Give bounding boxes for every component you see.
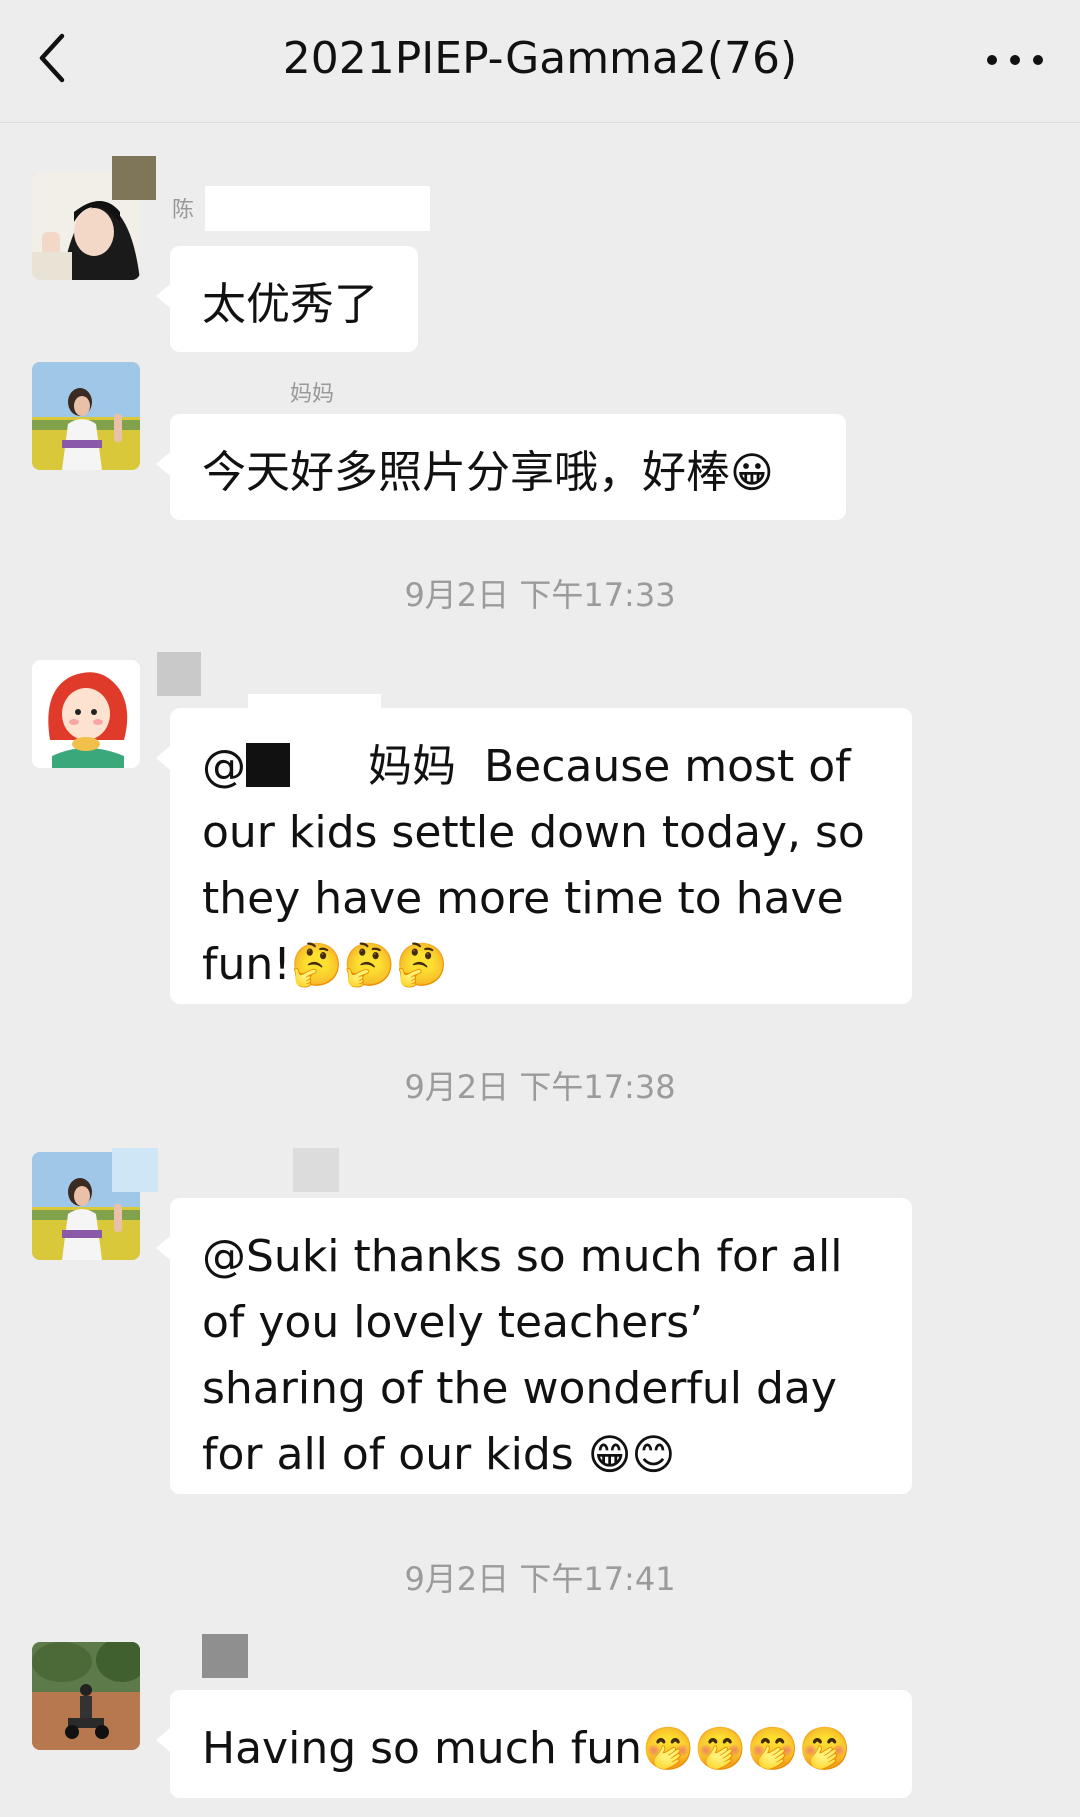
chevron-left-icon (39, 33, 65, 83)
timestamp: 9月2日 下午17:41 (404, 1560, 676, 1598)
mention-name: 妈妈 (368, 741, 456, 792)
redacted-block (202, 1634, 248, 1678)
avatar[interactable] (32, 660, 140, 768)
message-text: @Suki thanks so much for all of you love… (202, 1231, 843, 1480)
smile-emoji-icon: 😁😊 (587, 1430, 676, 1479)
thinking-emoji-icon: 🤔🤔🤔 (290, 940, 448, 989)
mention-at: @ (202, 741, 246, 792)
message-bubble[interactable]: 太优秀了 (156, 246, 418, 352)
more-button[interactable] (980, 28, 1050, 88)
sender-name: 妈妈 (290, 382, 335, 407)
avatar[interactable] (32, 1642, 140, 1750)
message-text: Having so much fun (202, 1723, 643, 1774)
chat-title: 2021PIEP-Gamma2(76) (282, 33, 798, 84)
message-bubble[interactable]: Having so much fun🤭🤭🤭🤭 (156, 1690, 912, 1798)
redacted-block (246, 743, 290, 787)
avatar-cartoon-icon (32, 660, 140, 768)
chat-messages[interactable]: 陈 太优秀了 妈妈 今天好多照片分享哦，好棒😀 9月2日 下午17:33 @ 妈… (0, 122, 1080, 1817)
message-text: 太优秀了 (202, 279, 378, 330)
message-bubble[interactable]: @Suki thanks so much for all of you love… (156, 1198, 912, 1494)
back-button[interactable] (30, 28, 80, 88)
avatar[interactable] (32, 362, 140, 470)
more-dots-icon (987, 55, 1043, 65)
sender-name: 陈 (172, 198, 195, 223)
message-bubble[interactable]: 今天好多照片分享哦，好棒😀 (156, 414, 846, 520)
redacted-block (293, 1148, 339, 1192)
grin-emoji-icon: 😀 (730, 448, 774, 497)
nav-bar: 2021PIEP-Gamma2(76) (0, 0, 1080, 123)
timestamp: 9月2日 下午17:33 (404, 576, 676, 614)
message-text: 今天好多照片分享哦，好棒 (202, 447, 730, 498)
timestamp: 9月2日 下午17:38 (404, 1068, 676, 1106)
redacted-block (157, 652, 201, 696)
message-bubble[interactable]: @ 妈妈 Because most of our kids settle down… (156, 708, 912, 1004)
redacted-block (205, 186, 430, 231)
avatar-photo-icon (32, 362, 140, 470)
avatar-photo-icon (32, 1642, 140, 1750)
hand-over-mouth-emoji-icon: 🤭🤭🤭🤭 (642, 1724, 852, 1773)
redacted-block (112, 156, 156, 200)
redacted-block (112, 1148, 158, 1192)
